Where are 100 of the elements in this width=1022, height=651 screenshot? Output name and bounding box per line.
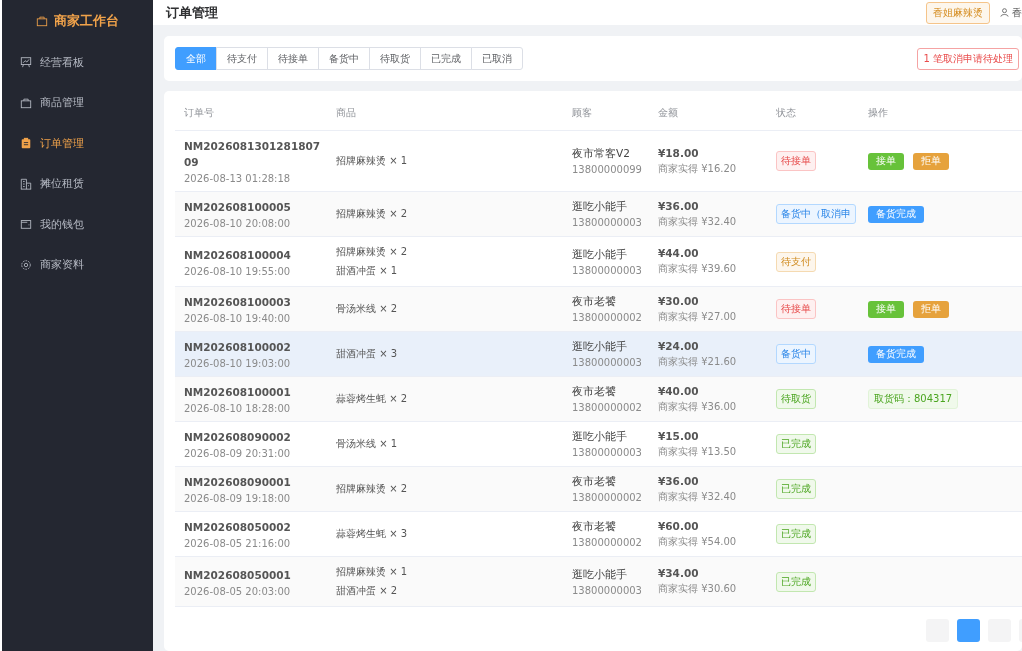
order-amount: ¥18.00 (658, 146, 700, 159)
sidebar-item[interactable]: 商品管理 (2, 82, 153, 123)
status-tag: 已完成 (776, 479, 816, 499)
order-amount: ¥34.00 (658, 567, 700, 579)
order-number: NM202608100005 (184, 200, 292, 215)
order-number: NM202608100004 (184, 247, 292, 263)
status-tab[interactable]: 待接单 (267, 47, 319, 70)
merchant-net: 商家实得 ¥13.50 (658, 444, 738, 459)
customer-phone: 13800000003 (572, 264, 643, 276)
customer-phone: 13800000002 (572, 312, 643, 323)
customer-name: 逛吃小能手 (572, 430, 628, 444)
status-tab[interactable]: 待取货 (369, 47, 421, 70)
column-header: 商品 (336, 105, 357, 120)
customer-phone: 13800000099 (572, 164, 643, 175)
column-header: 顾客 (572, 105, 593, 120)
status-tab[interactable]: 待支付 (216, 47, 268, 70)
sidebar-item[interactable]: 经营看板 (2, 42, 153, 83)
sidebar-item[interactable]: 订单管理 (2, 123, 153, 164)
order-time: 2026-08-05 20:03:00 (184, 585, 292, 597)
column-header: 操作 (868, 105, 889, 120)
user-icon (1000, 8, 1009, 17)
order-time: 2026-08-10 18:28:00 (184, 403, 292, 414)
order-number: NM202608100002 (184, 340, 292, 355)
order-amount: ¥60.00 (658, 519, 700, 532)
shop-tag: 香姐麻辣烫 (926, 1, 990, 24)
status-tag: 已完成 (776, 524, 816, 544)
brand-title: 商家工作台 (54, 12, 119, 30)
customer-phone: 13800000002 (572, 402, 643, 413)
page-title: 订单管理 (166, 3, 219, 22)
customer-phone: 13800000003 (572, 217, 643, 228)
order-amount: ¥44.00 (658, 247, 700, 259)
order-time: 2026-08-10 19:55:00 (184, 265, 292, 277)
status-tag: 待接单 (776, 151, 816, 171)
order-time: 2026-08-09 20:31:00 (184, 448, 292, 459)
order-number: NM202608050002 (184, 520, 292, 535)
order-item: 骨汤米线 × 1 (336, 437, 399, 451)
status-tag: 备货中 (776, 344, 816, 364)
order-number: NM202608130128180709 (184, 139, 322, 170)
merchant-net: 商家实得 ¥21.60 (658, 354, 738, 369)
status-tag: 待取货 (776, 389, 816, 409)
order-item: 蒜蓉烤生蚝 × 3 (336, 527, 409, 541)
customer-name: 逛吃小能手 (572, 567, 628, 582)
order-item: 甜酒冲蛋 × 3 (336, 347, 399, 361)
customer-phone: 13800000003 (572, 447, 643, 458)
page-button[interactable] (957, 619, 980, 642)
sidebar-item[interactable]: 商家资料 (2, 244, 153, 285)
order-time: 2026-08-10 19:03:00 (184, 358, 292, 369)
user-name[interactable]: 香 (1012, 5, 1022, 20)
settings-icon (20, 258, 32, 271)
cancel-notice[interactable]: 1 笔取消申请待处理 (917, 47, 1019, 70)
customer-phone: 13800000002 (572, 492, 643, 503)
order-item: 骨汤米线 × 2 (336, 302, 399, 316)
sidebar-item[interactable]: 我的钱包 (2, 204, 153, 245)
merchant-net: 商家实得 ¥32.40 (658, 489, 738, 504)
bag-icon (36, 15, 48, 27)
order-time: 2026-08-13 01:28:18 (184, 173, 292, 184)
order-item: 招牌麻辣烫 × 1 (336, 154, 409, 168)
merchant-net: 商家实得 ¥16.20 (658, 161, 738, 176)
status-tag: 备货中（取消申 (776, 204, 856, 224)
status-tag: 待接单 (776, 299, 816, 319)
order-item: 招牌麻辣烫 × 1 (336, 565, 409, 579)
column-header: 状态 (776, 105, 797, 120)
order-time: 2026-08-05 21:16:00 (184, 538, 292, 549)
customer-name: 逛吃小能手 (572, 340, 628, 354)
status-tab[interactable]: 已完成 (420, 47, 472, 70)
status-tab[interactable]: 已取消 (471, 47, 523, 70)
order-amount: ¥40.00 (658, 384, 700, 397)
status-tab[interactable]: 备货中 (318, 47, 370, 70)
order-amount: ¥36.00 (658, 199, 700, 212)
order-number: NM202608100001 (184, 385, 292, 400)
customer-phone: 13800000002 (572, 537, 643, 548)
order-amount: ¥24.00 (658, 339, 700, 352)
status-tag: 已完成 (776, 571, 816, 592)
order-item: 蒜蓉烤生蚝 × 2 (336, 392, 409, 406)
order-item: 甜酒冲蛋 × 1 (336, 264, 399, 278)
customer-phone: 13800000003 (572, 357, 643, 368)
merchant-net: 商家实得 ¥27.00 (658, 309, 738, 324)
chart-icon (20, 56, 32, 69)
customer-name: 夜市老饕 (572, 295, 617, 309)
customer-name: 夜市老饕 (572, 475, 617, 489)
merchant-net: 商家实得 ¥54.00 (658, 534, 738, 549)
building-icon (20, 177, 32, 190)
order-amount: ¥36.00 (658, 474, 700, 487)
column-header: 金额 (658, 105, 679, 120)
wallet-icon (20, 218, 32, 231)
order-time: 2026-08-10 19:40:00 (184, 313, 292, 324)
order-time: 2026-08-09 19:18:00 (184, 493, 292, 504)
status-tag: 已完成 (776, 434, 816, 454)
clipboard-icon (20, 137, 32, 150)
order-item: 招牌麻辣烫 × 2 (336, 245, 409, 259)
order-item: 甜酒冲蛋 × 2 (336, 584, 399, 598)
sidebar-item[interactable]: 摊位租赁 (2, 163, 153, 204)
order-amount: ¥30.00 (658, 294, 700, 307)
order-item: 招牌麻辣烫 × 2 (336, 207, 409, 221)
order-number: NM202608090001 (184, 475, 292, 490)
order-time: 2026-08-10 20:08:00 (184, 218, 292, 229)
merchant-net: 商家实得 ¥32.40 (658, 214, 738, 229)
order-amount: ¥15.00 (658, 429, 700, 442)
merchant-net: 商家实得 ¥36.00 (658, 399, 738, 414)
customer-name: 夜市老饕 (572, 385, 617, 399)
